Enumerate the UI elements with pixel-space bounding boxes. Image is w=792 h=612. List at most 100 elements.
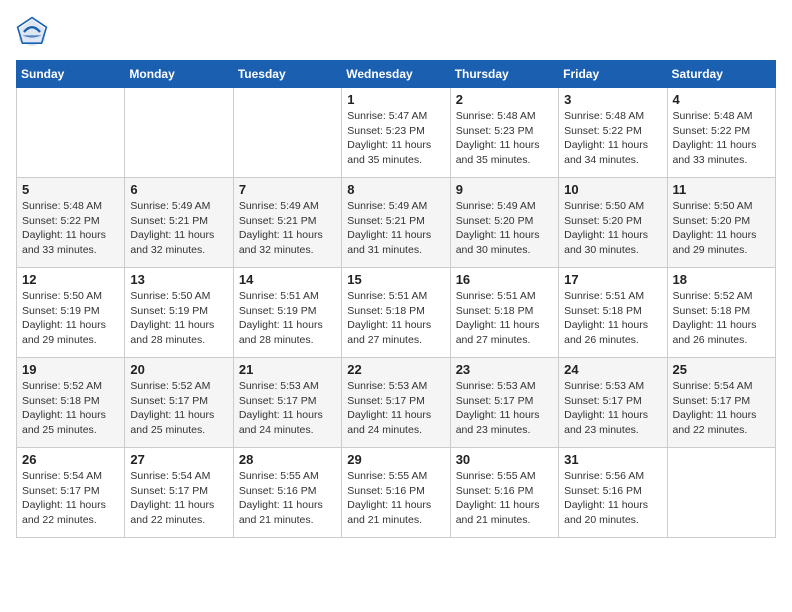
calendar-cell: 23 Sunrise: 5:53 AM Sunset: 5:17 PM Dayli… [450,358,558,448]
day-of-week-header: Wednesday [342,61,450,88]
day-info: Sunrise: 5:51 AM Sunset: 5:19 PM Dayligh… [239,289,336,348]
day-number: 21 [239,362,336,377]
day-info: Sunrise: 5:55 AM Sunset: 5:16 PM Dayligh… [347,469,444,528]
logo-icon [16,16,48,48]
day-number: 23 [456,362,553,377]
day-info: Sunrise: 5:47 AM Sunset: 5:23 PM Dayligh… [347,109,444,168]
day-number: 6 [130,182,227,197]
calendar-cell: 30 Sunrise: 5:55 AM Sunset: 5:16 PM Dayli… [450,448,558,538]
calendar-cell: 6 Sunrise: 5:49 AM Sunset: 5:21 PM Daylig… [125,178,233,268]
day-of-week-header: Thursday [450,61,558,88]
day-of-week-header: Friday [559,61,667,88]
calendar-cell: 19 Sunrise: 5:52 AM Sunset: 5:18 PM Dayli… [17,358,125,448]
day-info: Sunrise: 5:53 AM Sunset: 5:17 PM Dayligh… [564,379,661,438]
day-number: 8 [347,182,444,197]
day-number: 9 [456,182,553,197]
day-of-week-header: Saturday [667,61,775,88]
day-info: Sunrise: 5:54 AM Sunset: 5:17 PM Dayligh… [130,469,227,528]
day-of-week-header: Tuesday [233,61,341,88]
calendar-cell: 28 Sunrise: 5:55 AM Sunset: 5:16 PM Dayli… [233,448,341,538]
calendar-cell: 22Sunrise: 5:53 AM Sunset: 5:17 PM Dayli… [342,358,450,448]
calendar-header: SundayMondayTuesdayWednesdayThursdayFrid… [17,61,776,88]
days-of-week-row: SundayMondayTuesdayWednesdayThursdayFrid… [17,61,776,88]
day-number: 25 [673,362,770,377]
day-number: 20 [130,362,227,377]
calendar-cell: 21 Sunrise: 5:53 AM Sunset: 5:17 PM Dayli… [233,358,341,448]
calendar-cell: 27 Sunrise: 5:54 AM Sunset: 5:17 PM Dayli… [125,448,233,538]
calendar-cell: 10Sunrise: 5:50 AM Sunset: 5:20 PM Dayli… [559,178,667,268]
day-info: Sunrise: 5:50 AM Sunset: 5:19 PM Dayligh… [22,289,119,348]
day-number: 13 [130,272,227,287]
calendar-cell: 17Sunrise: 5:51 AM Sunset: 5:18 PM Dayli… [559,268,667,358]
calendar-cell: 8Sunrise: 5:49 AM Sunset: 5:21 PM Daylig… [342,178,450,268]
day-info: Sunrise: 5:51 AM Sunset: 5:18 PM Dayligh… [456,289,553,348]
day-number: 19 [22,362,119,377]
calendar-cell: 15 Sunrise: 5:51 AM Sunset: 5:18 PM Dayli… [342,268,450,358]
day-number: 4 [673,92,770,107]
day-info: Sunrise: 5:52 AM Sunset: 5:17 PM Dayligh… [130,379,227,438]
day-info: Sunrise: 5:48 AM Sunset: 5:22 PM Dayligh… [673,109,770,168]
calendar-cell [125,88,233,178]
day-info: Sunrise: 5:53 AM Sunset: 5:17 PM Dayligh… [347,379,444,438]
day-info: Sunrise: 5:52 AM Sunset: 5:18 PM Dayligh… [22,379,119,438]
day-info: Sunrise: 5:48 AM Sunset: 5:22 PM Dayligh… [22,199,119,258]
calendar-cell: 18 Sunrise: 5:52 AM Sunset: 5:18 PM Dayli… [667,268,775,358]
calendar-cell: 29 Sunrise: 5:55 AM Sunset: 5:16 PM Dayli… [342,448,450,538]
calendar-cell: 1 Sunrise: 5:47 AM Sunset: 5:23 PM Daylig… [342,88,450,178]
day-info: Sunrise: 5:50 AM Sunset: 5:20 PM Dayligh… [673,199,770,258]
day-info: Sunrise: 5:49 AM Sunset: 5:21 PM Dayligh… [239,199,336,258]
day-info: Sunrise: 5:54 AM Sunset: 5:17 PM Dayligh… [673,379,770,438]
calendar-week-row: 26 Sunrise: 5:54 AM Sunset: 5:17 PM Dayli… [17,448,776,538]
day-number: 7 [239,182,336,197]
calendar-cell: 13 Sunrise: 5:50 AM Sunset: 5:19 PM Dayli… [125,268,233,358]
calendar-cell: 5 Sunrise: 5:48 AM Sunset: 5:22 PM Daylig… [17,178,125,268]
calendar-week-row: 19 Sunrise: 5:52 AM Sunset: 5:18 PM Dayli… [17,358,776,448]
day-info: Sunrise: 5:49 AM Sunset: 5:20 PM Dayligh… [456,199,553,258]
day-number: 2 [456,92,553,107]
page-header [16,16,776,48]
day-of-week-header: Monday [125,61,233,88]
day-number: 11 [673,182,770,197]
day-number: 31 [564,452,661,467]
calendar-table: SundayMondayTuesdayWednesdayThursdayFrid… [16,60,776,538]
calendar-cell: 4 Sunrise: 5:48 AM Sunset: 5:22 PM Daylig… [667,88,775,178]
calendar-cell: 14 Sunrise: 5:51 AM Sunset: 5:19 PM Dayli… [233,268,341,358]
day-number: 17 [564,272,661,287]
day-info: Sunrise: 5:56 AM Sunset: 5:16 PM Dayligh… [564,469,661,528]
calendar-cell: 9 Sunrise: 5:49 AM Sunset: 5:20 PM Daylig… [450,178,558,268]
day-info: Sunrise: 5:50 AM Sunset: 5:19 PM Dayligh… [130,289,227,348]
calendar-cell: 16 Sunrise: 5:51 AM Sunset: 5:18 PM Dayli… [450,268,558,358]
day-info: Sunrise: 5:55 AM Sunset: 5:16 PM Dayligh… [239,469,336,528]
day-number: 18 [673,272,770,287]
day-number: 30 [456,452,553,467]
calendar-cell [233,88,341,178]
day-number: 3 [564,92,661,107]
day-info: Sunrise: 5:53 AM Sunset: 5:17 PM Dayligh… [456,379,553,438]
calendar-cell: 25 Sunrise: 5:54 AM Sunset: 5:17 PM Dayli… [667,358,775,448]
logo [16,16,52,48]
day-info: Sunrise: 5:51 AM Sunset: 5:18 PM Dayligh… [347,289,444,348]
calendar-cell: 11 Sunrise: 5:50 AM Sunset: 5:20 PM Dayli… [667,178,775,268]
calendar-cell [667,448,775,538]
day-number: 26 [22,452,119,467]
day-number: 5 [22,182,119,197]
day-info: Sunrise: 5:49 AM Sunset: 5:21 PM Dayligh… [130,199,227,258]
calendar-week-row: 1 Sunrise: 5:47 AM Sunset: 5:23 PM Daylig… [17,88,776,178]
day-number: 10 [564,182,661,197]
calendar-cell: 20 Sunrise: 5:52 AM Sunset: 5:17 PM Dayli… [125,358,233,448]
calendar-cell: 3Sunrise: 5:48 AM Sunset: 5:22 PM Daylig… [559,88,667,178]
calendar-week-row: 12Sunrise: 5:50 AM Sunset: 5:19 PM Dayli… [17,268,776,358]
day-number: 27 [130,452,227,467]
day-number: 29 [347,452,444,467]
day-info: Sunrise: 5:55 AM Sunset: 5:16 PM Dayligh… [456,469,553,528]
calendar-cell: 7 Sunrise: 5:49 AM Sunset: 5:21 PM Daylig… [233,178,341,268]
day-number: 1 [347,92,444,107]
day-info: Sunrise: 5:52 AM Sunset: 5:18 PM Dayligh… [673,289,770,348]
day-info: Sunrise: 5:53 AM Sunset: 5:17 PM Dayligh… [239,379,336,438]
calendar-cell: 26Sunrise: 5:54 AM Sunset: 5:17 PM Dayli… [17,448,125,538]
day-number: 16 [456,272,553,287]
day-number: 15 [347,272,444,287]
calendar-cell: 31 Sunrise: 5:56 AM Sunset: 5:16 PM Dayli… [559,448,667,538]
day-number: 14 [239,272,336,287]
day-number: 28 [239,452,336,467]
